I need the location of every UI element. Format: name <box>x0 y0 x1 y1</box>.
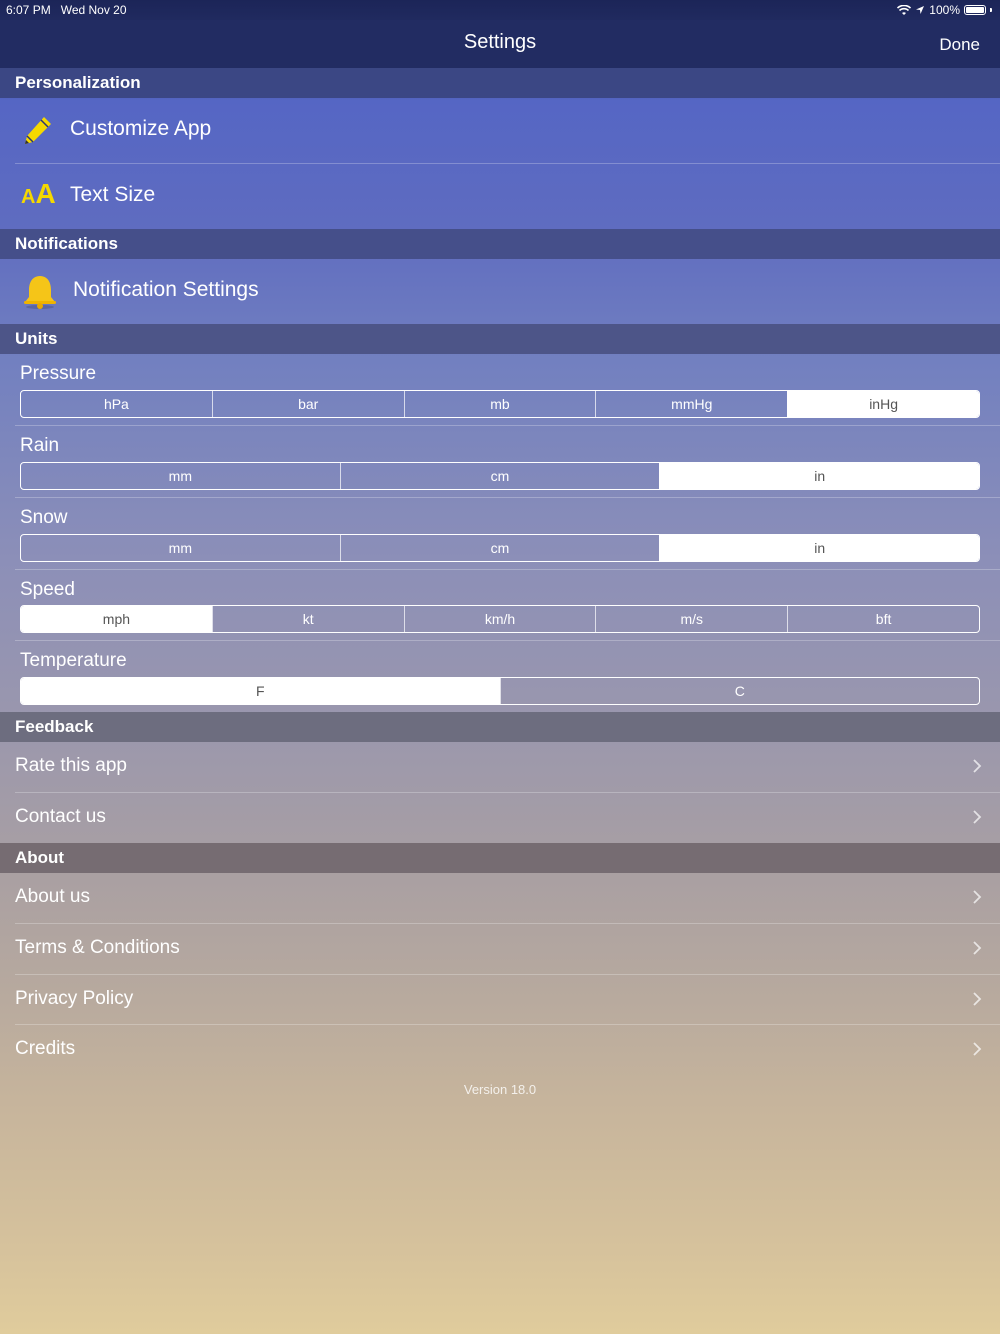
divider <box>15 569 1000 570</box>
segment-option[interactable]: F <box>21 678 500 704</box>
section-header-notifications: Notifications <box>0 229 1000 259</box>
section-header-about: About <box>0 843 1000 873</box>
chevron-right-icon <box>973 1042 982 1056</box>
segment-option[interactable]: mm <box>21 463 340 489</box>
status-bar: 6:07 PM Wed Nov 20 100% <box>0 0 1000 20</box>
segment-option[interactable]: km/h <box>403 606 596 632</box>
rain-label: Rain <box>20 435 60 456</box>
bell-icon <box>24 276 56 309</box>
segment-option[interactable]: in <box>659 463 979 489</box>
temperature-segmented-control: FC <box>20 677 980 705</box>
contact-us-row[interactable]: Contact us <box>0 793 1000 843</box>
wifi-icon <box>897 4 912 15</box>
chevron-right-icon <box>973 810 982 824</box>
segment-option[interactable]: mb <box>403 391 596 417</box>
divider <box>15 425 1000 426</box>
rate-app-label: Rate this app <box>15 755 127 776</box>
chevron-right-icon <box>973 992 982 1006</box>
segment-option[interactable]: C <box>499 678 980 704</box>
segment-option[interactable]: bft <box>787 606 979 632</box>
pencil-icon <box>25 117 51 144</box>
customize-app-label: Customize App <box>70 117 212 140</box>
text-size-row[interactable]: AA Text Size <box>0 164 1000 229</box>
credits-label: Credits <box>15 1038 76 1059</box>
segment-option[interactable]: m/s <box>595 606 787 632</box>
text-size-icon: AA <box>21 178 56 209</box>
section-header-personalization: Personalization <box>0 68 1000 98</box>
snow-segmented-control: mm cm in <box>20 534 980 562</box>
status-right: 100% <box>897 3 992 17</box>
segment-option[interactable]: bar <box>211 391 404 417</box>
segment-option[interactable]: mph <box>21 606 212 632</box>
customize-app-row[interactable]: Customize App <box>0 98 1000 163</box>
snow-label: Snow <box>20 507 68 528</box>
divider <box>15 497 1000 498</box>
navigation-bar: Settings Done <box>0 20 1000 68</box>
privacy-policy-label: Privacy Policy <box>15 988 134 1009</box>
pressure-label: Pressure <box>20 363 97 384</box>
privacy-policy-row[interactable]: Privacy Policy <box>0 975 1000 1025</box>
status-time: 6:07 PM Wed Nov 20 <box>6 3 127 17</box>
speed-segmented-control: mph kt km/h m/s bft <box>20 605 980 633</box>
done-button[interactable]: Done <box>939 35 980 55</box>
divider <box>15 640 1000 641</box>
location-arrow-icon <box>916 6 925 14</box>
pressure-segmented-control: hPa bar mb mmHg inHg <box>20 390 980 418</box>
segment-option[interactable]: kt <box>211 606 404 632</box>
speed-label: Speed <box>20 579 75 600</box>
text-size-label: Text Size <box>70 183 156 206</box>
segment-option[interactable]: cm <box>339 463 660 489</box>
temperature-label: Temperature <box>20 650 127 671</box>
section-header-units: Units <box>0 324 1000 354</box>
rain-segmented-control: mm cm in <box>20 462 980 490</box>
section-header-feedback: Feedback <box>0 712 1000 742</box>
chevron-right-icon <box>973 941 982 955</box>
notification-settings-label: Notification Settings <box>73 278 259 301</box>
battery-percent: 100% <box>929 3 960 17</box>
credits-row[interactable]: Credits <box>0 1025 1000 1075</box>
chevron-right-icon <box>973 890 982 904</box>
contact-us-label: Contact us <box>15 806 106 827</box>
notification-settings-row[interactable]: Notification Settings <box>0 259 1000 324</box>
page-title: Settings <box>463 31 537 53</box>
segment-option[interactable]: mm <box>21 535 340 561</box>
about-us-label: About us <box>15 886 90 907</box>
rate-app-row[interactable]: Rate this app <box>0 742 1000 792</box>
battery-icon <box>964 5 986 15</box>
chevron-right-icon <box>973 759 982 773</box>
segment-option[interactable]: cm <box>339 535 660 561</box>
about-us-row[interactable]: About us <box>0 873 1000 923</box>
terms-row[interactable]: Terms & Conditions <box>0 924 1000 974</box>
segment-option[interactable]: mmHg <box>595 391 787 417</box>
segment-option[interactable]: in <box>659 535 979 561</box>
terms-label: Terms & Conditions <box>15 937 180 958</box>
segment-option[interactable]: inHg <box>787 391 979 417</box>
segment-option[interactable]: hPa <box>21 391 212 417</box>
version-label: Version 18.0 <box>463 1082 537 1097</box>
